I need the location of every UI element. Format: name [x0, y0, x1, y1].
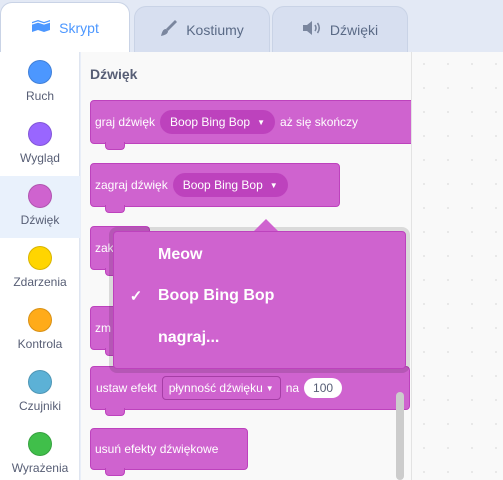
block-text: graj dźwięk	[95, 115, 156, 129]
events-category-dot	[28, 246, 52, 270]
palette-scrollbar[interactable]	[396, 392, 404, 480]
block-text: zak	[95, 241, 114, 255]
play-sound-until-done-block[interactable]: graj dźwięk Boop Bing Bop ▼ aż się skońc…	[90, 100, 420, 150]
sound-dropdown-menu: Meow ✓ Boop Bing Bop nagraj...	[113, 231, 406, 369]
option-label: Meow	[158, 246, 203, 263]
check-icon: ✓	[129, 288, 143, 305]
block-text: usuń efekty dźwiękowe	[95, 442, 219, 456]
tab-sounds[interactable]: Dźwięki	[272, 6, 408, 52]
tab-code-label: Skrypt	[59, 19, 99, 36]
block-text: ustaw efekt	[96, 381, 157, 395]
editor-tab-bar: Skrypt Kostiumy Dźwięki	[0, 0, 503, 52]
category-events-label: Zdarzenia	[13, 275, 67, 289]
code-icon	[31, 19, 51, 36]
category-motion[interactable]: Ruch	[0, 52, 80, 114]
effect-value-input[interactable]: 100	[304, 378, 343, 398]
tab-costumes[interactable]: Kostiumy	[134, 6, 270, 52]
block-categories: Ruch Wygląd Dźwięk Zdarzenia Kontrola Cz…	[0, 52, 80, 480]
category-motion-label: Ruch	[25, 89, 54, 103]
category-sensing[interactable]: Czujniki	[0, 362, 80, 424]
sound-category-dot	[28, 184, 52, 208]
category-looks[interactable]: Wygląd	[0, 114, 80, 176]
dropdown-option-record[interactable]: nagraj...	[114, 320, 405, 356]
option-label: Boop Bing Bop	[158, 287, 275, 304]
looks-category-dot	[28, 122, 52, 146]
start-sound-block[interactable]: zagraj dźwięk Boop Bing Bop ▼	[90, 163, 340, 213]
tab-costumes-label: Kostiumy	[186, 21, 244, 38]
category-sensing-label: Czujniki	[18, 399, 61, 413]
tab-sounds-label: Dźwięki	[329, 21, 379, 38]
sound-menu[interactable]: Boop Bing Bop ▼	[160, 110, 276, 134]
clear-sound-effects-block[interactable]: usuń efekty dźwiękowe	[90, 428, 248, 476]
operators-category-dot	[28, 432, 52, 456]
sound-menu-value: Boop Bing Bop	[182, 178, 263, 192]
block-text: zagraj dźwięk	[95, 178, 168, 192]
sound-menu-value: Boop Bing Bop	[170, 115, 251, 129]
category-control-label: Kontrola	[17, 337, 63, 351]
dropdown-option-boop-bing-bop[interactable]: ✓ Boop Bing Bop	[114, 278, 405, 314]
effect-menu[interactable]: płynność dźwięku ▼	[161, 376, 281, 400]
dropdown-option-meow[interactable]: Meow	[114, 237, 405, 273]
category-sound[interactable]: Dźwięk	[0, 176, 80, 238]
effect-menu-value: płynność dźwięku	[168, 381, 263, 395]
dropdown-pointer	[254, 219, 278, 231]
motion-category-dot	[28, 60, 52, 84]
block-text: na	[285, 381, 300, 395]
category-control[interactable]: Kontrola	[0, 300, 80, 362]
sensing-category-dot	[28, 370, 52, 394]
chevron-down-icon: ▼	[257, 117, 266, 127]
chevron-down-icon: ▼	[269, 180, 278, 190]
control-category-dot	[28, 308, 52, 332]
category-operators-label: Wyrażenia	[11, 461, 69, 475]
set-effect-block[interactable]: ustaw efekt płynność dźwięku ▼ na 100	[90, 366, 410, 416]
option-label: nagraj...	[158, 329, 220, 346]
palette-section-title: Dźwięk	[90, 66, 138, 82]
chevron-down-icon: ▼	[265, 383, 274, 393]
block-text: zm	[95, 321, 111, 335]
brush-icon	[160, 19, 178, 40]
tab-code[interactable]: Skrypt	[0, 2, 130, 52]
category-operators[interactable]: Wyrażenia	[0, 424, 80, 480]
sound-menu[interactable]: Boop Bing Bop ▼	[172, 173, 288, 197]
block-text: aż się skończy	[280, 115, 359, 129]
category-sound-label: Dźwięk	[20, 213, 60, 227]
script-workspace[interactable]	[411, 52, 503, 480]
category-looks-label: Wygląd	[20, 151, 60, 165]
category-events[interactable]: Zdarzenia	[0, 238, 80, 300]
speaker-icon	[302, 20, 322, 39]
